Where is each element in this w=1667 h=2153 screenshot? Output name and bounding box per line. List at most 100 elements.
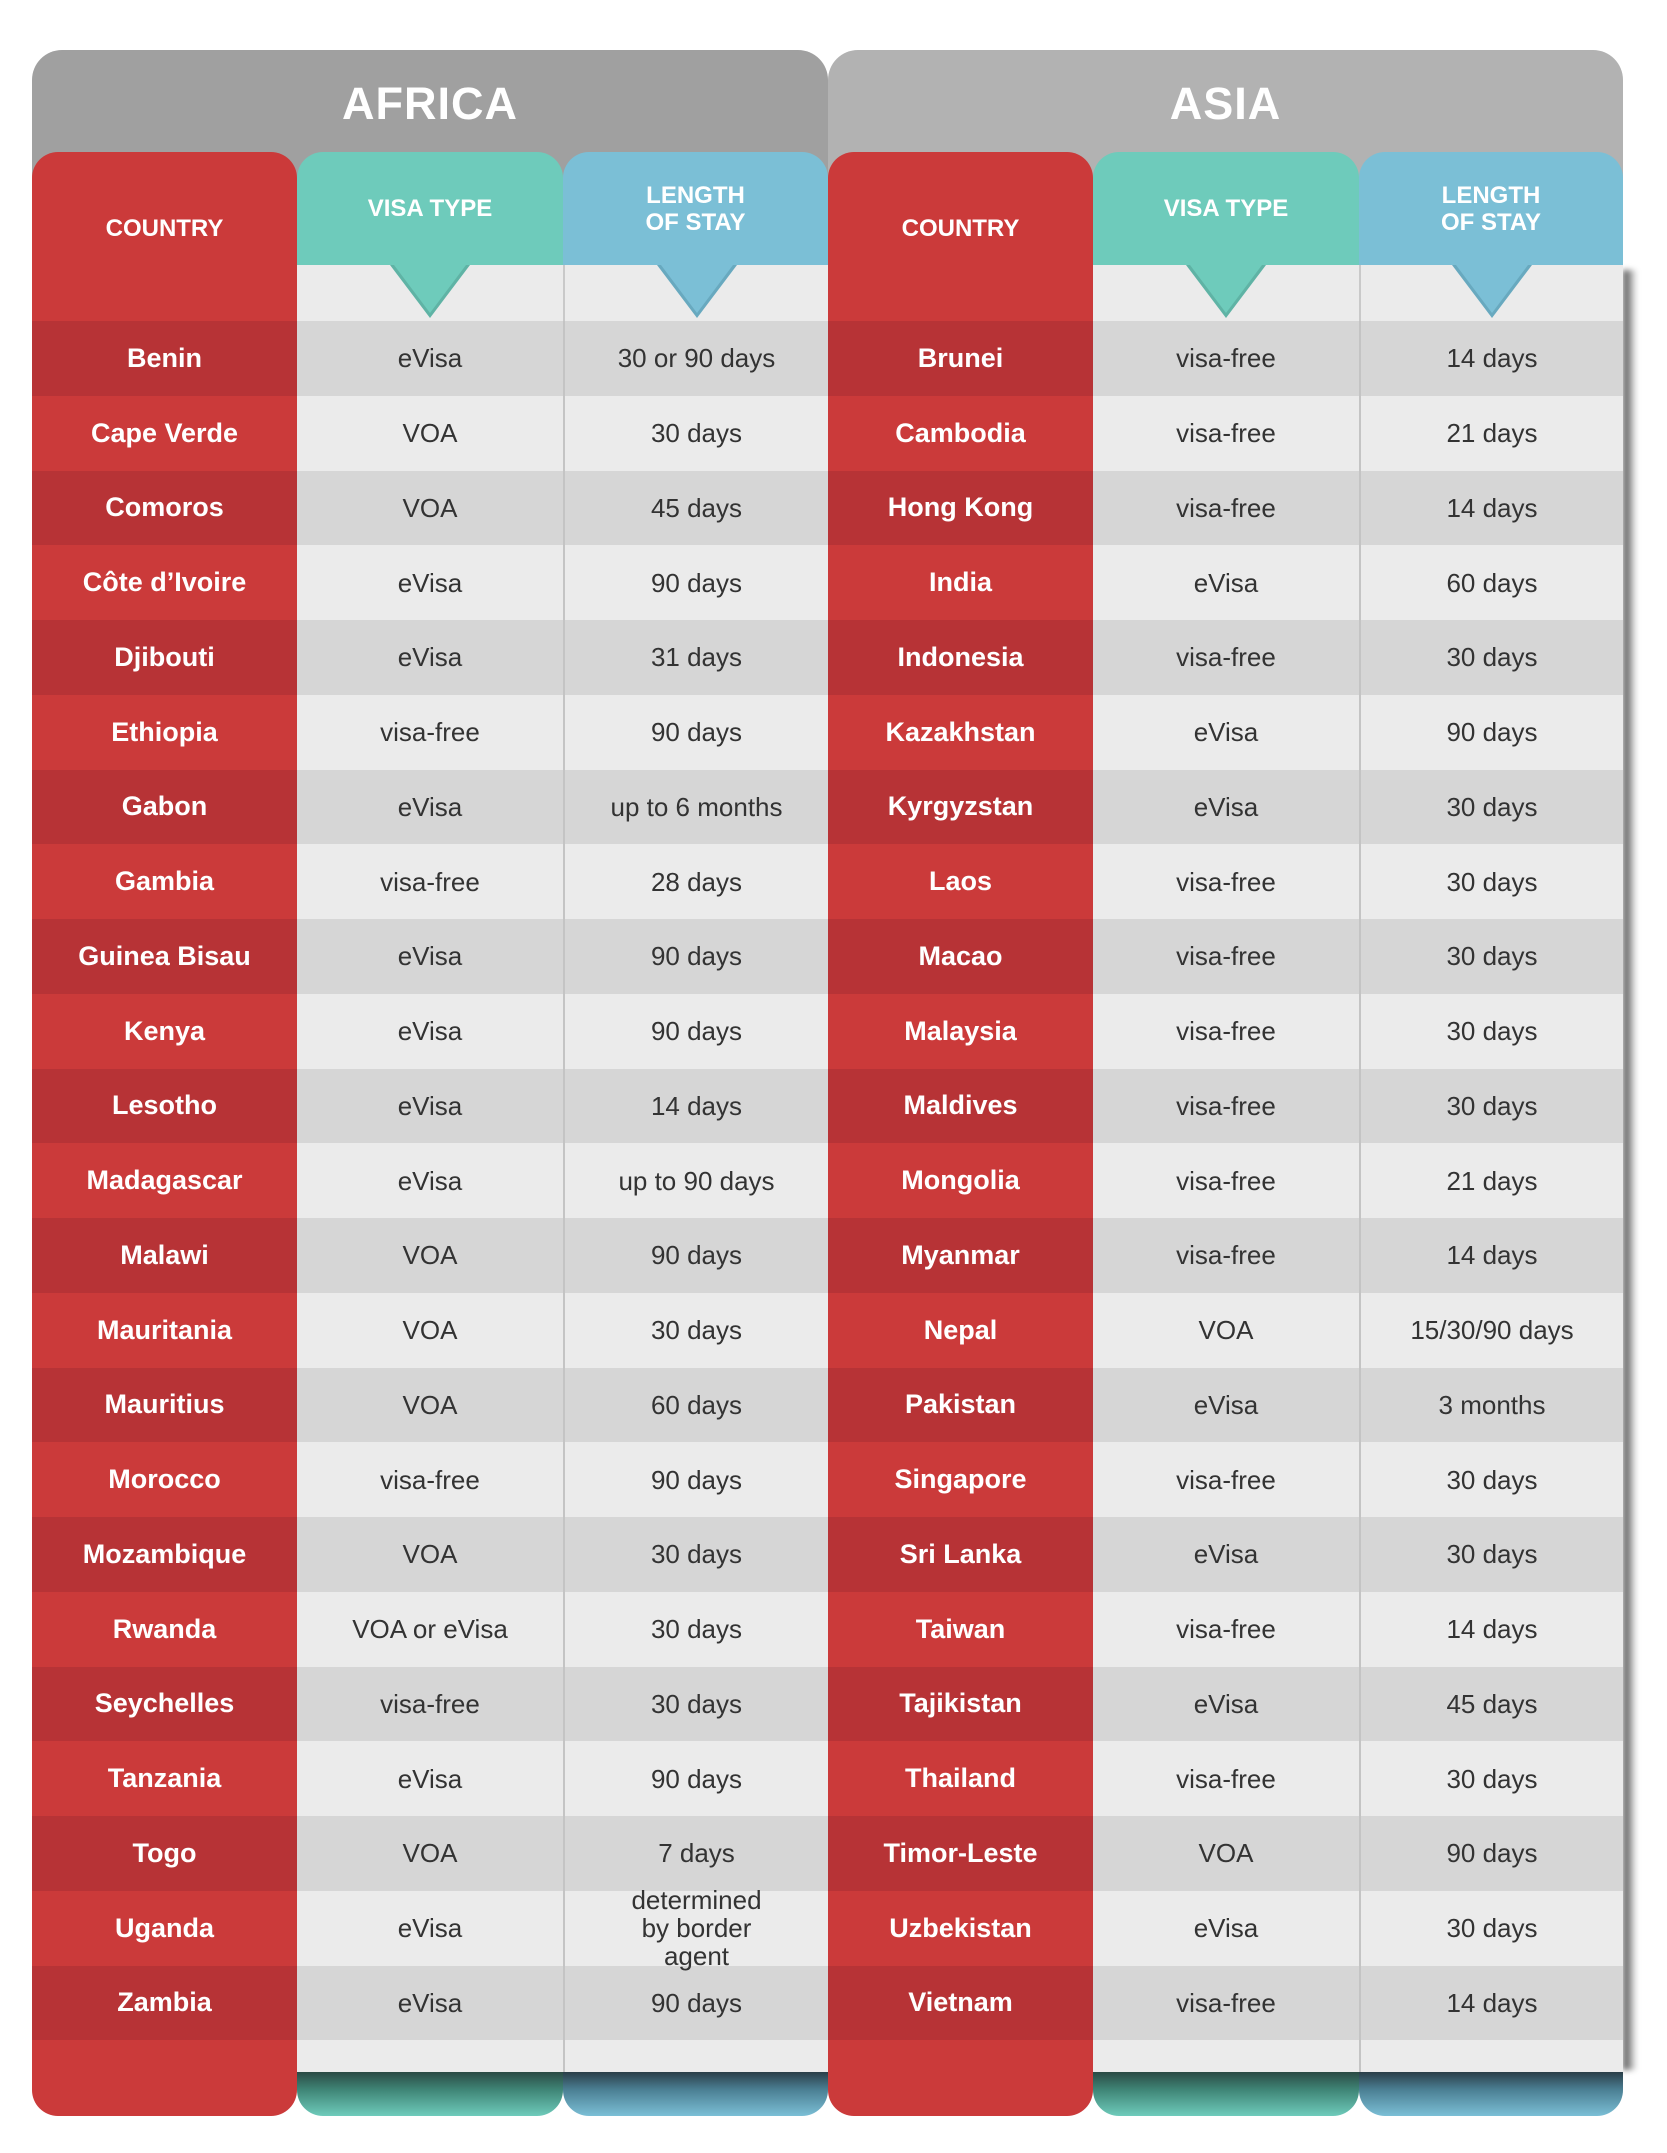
country-cell: Singapore — [828, 1442, 1093, 1517]
country-cell: Lesotho — [32, 1068, 297, 1144]
country-cell: Indonesia — [828, 620, 1093, 695]
visa-type-cell: eVisa — [1093, 769, 1359, 845]
length-of-stay-column-header: LENGTH OF STAY — [1359, 152, 1623, 265]
country-cell: Timor-Leste — [828, 1816, 1093, 1891]
visa-type-cell: VOA — [1093, 1292, 1359, 1368]
visa-type-cell: eVisa — [297, 1965, 563, 2041]
country-cell: India — [828, 545, 1093, 620]
length-of-stay-cell: 90 days — [563, 694, 828, 770]
country-cell: Malaysia — [828, 993, 1093, 1069]
visa-type-cell: VOA — [297, 1292, 563, 1368]
visa-type-header-label: VISA TYPE — [367, 195, 493, 222]
visa-type-cell: eVisa — [297, 620, 563, 695]
length-of-stay-cell: 30 days — [1359, 769, 1623, 845]
length-of-stay-cell: 15/30/90 days — [1359, 1292, 1623, 1368]
visa-type-cell: VOA — [297, 1517, 563, 1592]
country-cell: Pakistan — [828, 1367, 1093, 1443]
country-cell: Mongolia — [828, 1143, 1093, 1218]
length-of-stay-cell: 90 days — [563, 1442, 828, 1517]
down-pointer-highlight — [1456, 265, 1528, 313]
visa-type-cell: eVisa — [1093, 1367, 1359, 1443]
country-cells: Brunei Cambodia Hong Kong India Indonesia Kaz… — [828, 321, 1093, 2041]
header-line-2: OF STAY — [1440, 208, 1542, 236]
visa-type-column-header: VISA TYPE — [1093, 152, 1359, 265]
country-cell: Laos — [828, 844, 1093, 919]
header-pointer-strip — [1359, 265, 1623, 321]
country-cell: Tajikistan — [828, 1666, 1093, 1742]
down-pointer-highlight — [1190, 265, 1262, 313]
length-of-stay-cell: 90 days — [563, 919, 828, 994]
visa-type-cell: visa-free — [1093, 1741, 1359, 1816]
visa-type-cell: eVisa — [297, 1068, 563, 1144]
length-of-stay-cell: 90 days — [563, 1965, 828, 2041]
country-cell: Maldives — [828, 1068, 1093, 1144]
visa-type-cells: visa-free visa-free visa-free eVisa visa-fre… — [1093, 321, 1359, 2041]
length-of-stay-cell: 90 days — [1359, 694, 1623, 770]
visa-type-cell: eVisa — [297, 321, 563, 396]
country-cell: Kyrgyzstan — [828, 769, 1093, 845]
country-cell: Madagascar — [32, 1143, 297, 1218]
country-cell: Morocco — [32, 1442, 297, 1517]
country-cell: Guinea Bisau — [32, 919, 297, 994]
length-of-stay-cell: 30 days — [1359, 844, 1623, 919]
region-title: AFRICA — [342, 78, 518, 129]
header-line-2: OF STAY — [645, 208, 746, 236]
visa-type-column-header: VISA TYPE — [297, 152, 563, 265]
length-of-stay-cell: 30 days — [1359, 1517, 1623, 1592]
country-column-header: COUNTRY — [828, 152, 1093, 322]
visa-type-cell: eVisa — [1093, 1517, 1359, 1592]
visa-type-cell: VOA — [1093, 1816, 1359, 1891]
visa-type-cell: visa-free — [1093, 844, 1359, 919]
column-filler — [1359, 2040, 1623, 2072]
visa-type-cell: visa-free — [1093, 1143, 1359, 1218]
length-of-stay-cell: 90 days — [563, 1218, 828, 1293]
visa-type-cells: eVisa VOA VOA eVisa eVisa visa-free eVisa visa-… — [297, 321, 563, 2041]
length-of-stay-cell: 28 days — [563, 844, 828, 919]
length-of-stay-cell: 3 months — [1359, 1367, 1623, 1443]
column-footer-tab — [1093, 2072, 1359, 2116]
country-cell: Cambodia — [828, 395, 1093, 471]
asia-section: ASIA COUNTRY Brunei Cambodia Hong Kong Indi… — [828, 50, 1637, 2116]
country-cell: Togo — [32, 1816, 297, 1891]
visa-type-cell: visa-free — [1093, 620, 1359, 695]
table-drop-shadow — [1623, 270, 1637, 2070]
length-of-stay-cell: 45 days — [1359, 1666, 1623, 1742]
country-cell: Uganda — [32, 1890, 297, 1966]
visa-type-header-label: VISA TYPE — [1163, 195, 1289, 222]
visa-type-cell: visa-free — [1093, 1591, 1359, 1667]
region-title: ASIA — [1169, 78, 1282, 129]
country-cell: Rwanda — [32, 1591, 297, 1667]
country-cell: Zambia — [32, 1965, 297, 2041]
header-pointer-strip — [1093, 265, 1359, 321]
visa-type-cell: eVisa — [297, 919, 563, 994]
africa-section: AFRICA COUNTRY Benin Cape Verde Comoros Côt… — [32, 50, 828, 2116]
visa-type-cell: VOA — [297, 395, 563, 471]
visa-type-cell: eVisa — [297, 1143, 563, 1218]
visa-type-cell: eVisa — [297, 993, 563, 1069]
visa-type-cell: visa-free — [1093, 1068, 1359, 1144]
length-of-stay-cell: 90 days — [563, 545, 828, 620]
country-cell: Uzbekistan — [828, 1890, 1093, 1966]
visa-type-cell: visa-free — [297, 844, 563, 919]
visa-type-cell: eVisa — [1093, 1890, 1359, 1966]
visa-type-cell: VOA — [297, 1367, 563, 1443]
header-pointer-strip — [297, 265, 563, 321]
length-of-stay-cell: 14 days — [1359, 321, 1623, 396]
country-cell: Thailand — [828, 1741, 1093, 1816]
visa-type-cell: VOA or eVisa — [297, 1591, 563, 1667]
country-cell: Djibouti — [32, 620, 297, 695]
visa-type-cell: eVisa — [1093, 694, 1359, 770]
length-of-stay-cell: 30 days — [563, 1666, 828, 1742]
country-cell: Nepal — [828, 1292, 1093, 1368]
country-cell: Kazakhstan — [828, 694, 1093, 770]
country-cell: Brunei — [828, 321, 1093, 396]
length-of-stay-cell: 30 days — [1359, 1890, 1623, 1966]
visa-type-cell: eVisa — [1093, 1666, 1359, 1742]
length-of-stay-cell: 7 days — [563, 1816, 828, 1891]
length-of-stay-cell: 14 days — [1359, 1965, 1623, 2041]
country-cell: Sri Lanka — [828, 1517, 1093, 1592]
length-of-stay-cell: 30 days — [1359, 1068, 1623, 1144]
column-filler — [563, 2040, 828, 2072]
country-cell: Benin — [32, 321, 297, 396]
country-cell: Gambia — [32, 844, 297, 919]
